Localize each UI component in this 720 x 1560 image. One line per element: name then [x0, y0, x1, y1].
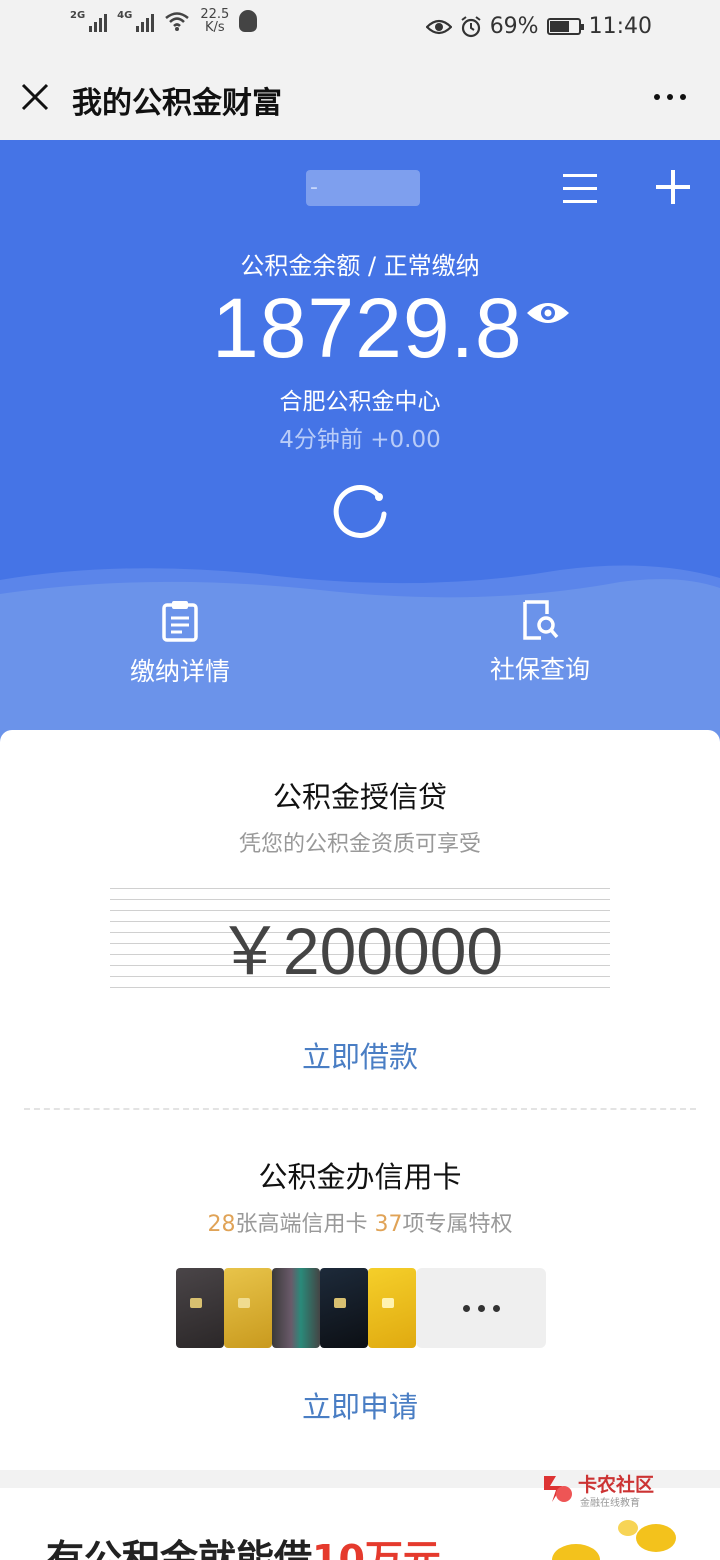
gold-coins-icon — [552, 1520, 676, 1560]
status-right: 69% 11:40 — [425, 14, 652, 39]
add-icon[interactable] — [656, 170, 690, 204]
account-name-masked: - — [306, 170, 420, 206]
kanong-logo-icon — [544, 1476, 572, 1502]
offers-card: 公积金授信贷 凭您的公积金资质可享受 ￥200000 立即借款 公积金办信用卡 … — [0, 730, 720, 1470]
balance-label: 公积金余额 / 正常缴纳 — [240, 252, 480, 280]
credit-card-image — [320, 1268, 368, 1348]
battery-percent: 69% — [489, 14, 539, 39]
watermark-tagline: 金融在线教育 — [580, 1498, 640, 1509]
speed-unit: K/s — [204, 20, 225, 35]
card-count-text: 张高端信用卡 — [235, 1212, 375, 1237]
payment-details-button[interactable]: 缴纳详情 — [80, 600, 280, 688]
network-type-2g: 2G — [70, 10, 86, 21]
social-security-label: 社保查询 — [489, 655, 590, 684]
credit-card-image — [272, 1268, 320, 1348]
network-speed: 22.5 K/s — [200, 8, 229, 34]
banner-text-highlight: 10万元 — [312, 1537, 441, 1560]
navbar: 我的公积金财富 — [0, 56, 720, 140]
signal-icon: 4G — [117, 10, 155, 32]
loan-subtitle: 凭您的公积金资质可享受 — [238, 832, 481, 857]
fund-center-name: 合肥公积金中心 — [279, 389, 441, 415]
wifi-icon — [165, 12, 190, 31]
qq-icon — [239, 10, 258, 32]
card-count: 28 — [207, 1212, 236, 1237]
credit-card-thumbnails[interactable] — [176, 1268, 546, 1348]
menu-icon[interactable] — [563, 174, 597, 204]
refresh-icon[interactable] — [330, 478, 390, 538]
clock: 11:40 — [588, 14, 652, 39]
credit-card-subtitle: 28张高端信用卡 37项专属特权 — [0, 1206, 720, 1238]
document-search-icon — [523, 600, 559, 640]
update-info: 4分钟前 +0.00 — [279, 427, 441, 453]
loan-title: 公积金授信贷 — [272, 780, 447, 814]
loan-amount: ￥200000 — [216, 914, 504, 988]
battery-icon — [546, 18, 584, 35]
balance-panel: - 公积金余额 / 正常缴纳 18729.8 合肥公积金中心 4分钟前 +0.0… — [0, 140, 720, 760]
credit-card-image — [176, 1268, 224, 1348]
more-options-button[interactable] — [654, 94, 686, 100]
close-icon[interactable] — [20, 82, 50, 112]
banner-text: 有公积金就能借10万元 — [46, 1528, 441, 1560]
eye-icon[interactable] — [526, 298, 570, 328]
clipboard-icon — [162, 601, 198, 642]
status-bar: 2G 4G 22.5 K/s 69% 11:40 — [0, 0, 720, 56]
network-type-4g: 4G — [117, 10, 133, 21]
privilege-count: 37 — [374, 1212, 403, 1237]
alarm-icon — [461, 15, 481, 37]
more-cards-button[interactable] — [416, 1268, 546, 1348]
page-title: 我的公积金财富 — [72, 86, 282, 121]
payment-details-label: 缴纳详情 — [129, 657, 230, 686]
eye-comfort-icon — [425, 19, 452, 34]
social-security-query-button[interactable]: 社保查询 — [440, 600, 640, 686]
banner-text-prefix: 有公积金就能借 — [46, 1537, 313, 1560]
watermark: 卡农社区 金融在线教育 — [540, 1470, 680, 1514]
status-left: 2G 4G 22.5 K/s — [70, 8, 258, 34]
privilege-count-text: 项专属特权 — [402, 1212, 513, 1237]
credit-card-image — [368, 1268, 416, 1348]
divider — [24, 1108, 696, 1110]
credit-card-image — [224, 1268, 272, 1348]
apply-now-link[interactable]: 立即申请 — [0, 1384, 720, 1426]
balance-amount: 18729.8 — [212, 281, 523, 375]
watermark-name: 卡农社区 — [578, 1474, 655, 1496]
signal-icon: 2G — [70, 10, 108, 32]
borrow-now-link[interactable]: 立即借款 — [0, 1034, 720, 1076]
credit-card-title: 公积金办信用卡 — [258, 1160, 462, 1194]
